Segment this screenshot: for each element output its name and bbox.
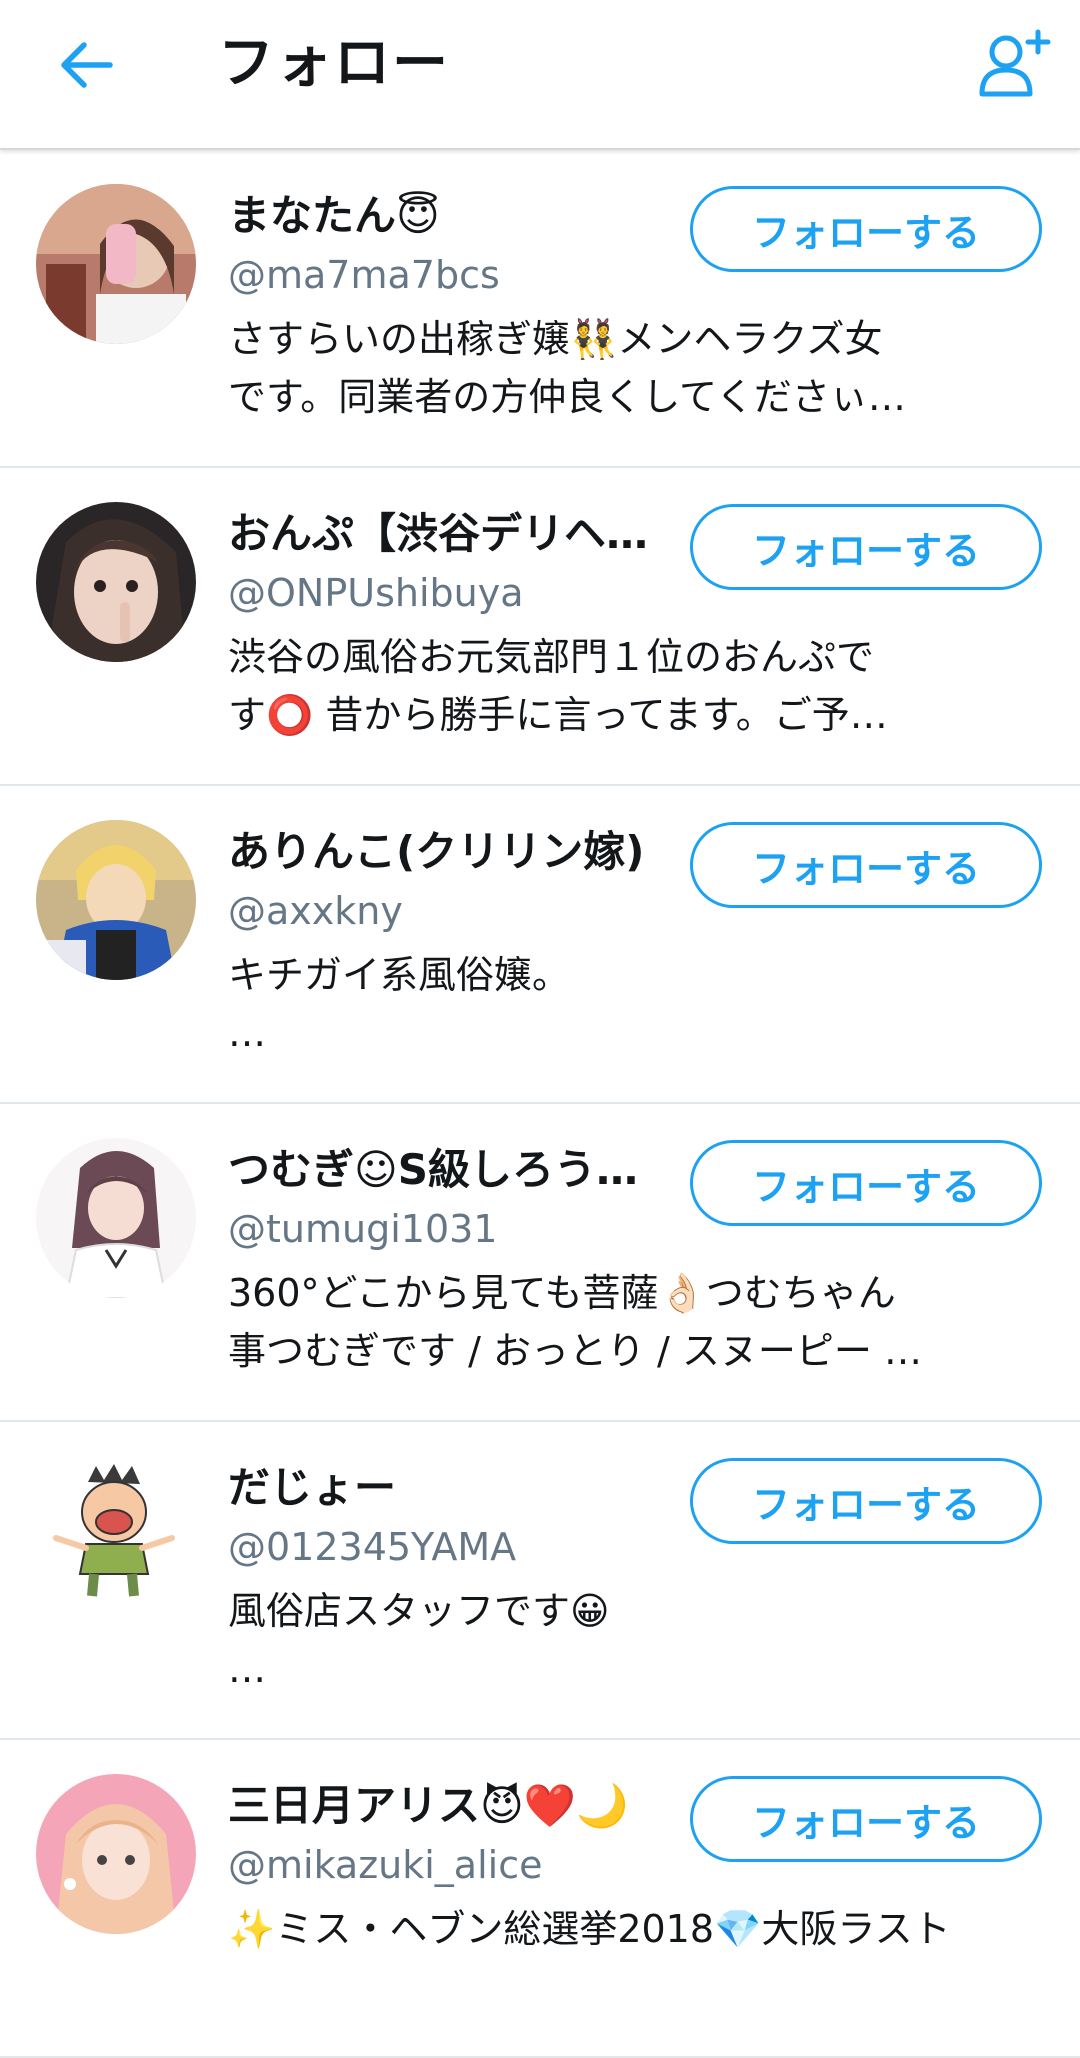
bio-line: … (228, 1647, 266, 1691)
user-name: つむぎ☺S級しろうと… (228, 1145, 668, 1194)
bio-line: す⭕ 昔から勝手に言ってます。ご予… (228, 693, 888, 737)
avatar[interactable] (36, 1456, 196, 1616)
user-handle: @axxkny (228, 889, 403, 933)
following-list: まなたん😇 @ma7ma7bcs さすらいの出稼ぎ嬢👯メンヘラクズ女 です。同業… (0, 150, 1080, 2058)
user-bio: 渋谷の風俗お元気部門１位のおんぷで す⭕ 昔から勝手に言ってます。ご予… (228, 628, 1028, 744)
follow-button[interactable]: フォローする (690, 186, 1042, 272)
avatar[interactable] (36, 502, 196, 662)
add-user-button[interactable] (974, 26, 1054, 106)
app-header: フォロー (0, 0, 1080, 150)
user-bio: 風俗店スタッフです😀 … (228, 1582, 1028, 1698)
avatar[interactable] (36, 1774, 196, 1934)
user-name: ありんこ(クリリン嫁) (228, 827, 645, 876)
page-title: フォロー (218, 31, 450, 96)
bio-line: ✨ミス・ヘブン総選挙2018💎大阪ラスト (228, 1907, 951, 1951)
user-bio: 360°どこから見ても菩薩👌🏻つむちゃん 事つむぎです / おっとり / スヌー… (228, 1264, 1028, 1380)
user-bio: ✨ミス・ヘブン総選挙2018💎大阪ラスト (228, 1900, 1028, 1958)
follow-button[interactable]: フォローする (690, 1776, 1042, 1862)
user-name: おんぷ【渋谷デリヘ… (228, 509, 649, 558)
bio-line: … (228, 1011, 266, 1055)
follow-button[interactable]: フォローする (690, 1140, 1042, 1226)
follow-button[interactable]: フォローする (690, 1458, 1042, 1544)
bio-line: 事つむぎです / おっとり / スヌーピー … (228, 1329, 923, 1373)
user-row[interactable]: 三日月アリス😈❤️🌙 @mikazuki_alice ✨ミス・ヘブン総選挙201… (0, 1740, 1080, 2058)
bio-line: です。同業者の方仲良くしてくださぃ… (228, 375, 906, 419)
user-handle: @012345YAMA (228, 1525, 517, 1569)
bio-line: 360°どこから見ても菩薩👌🏻つむちゃん (228, 1271, 896, 1315)
user-bio: さすらいの出稼ぎ嬢👯メンヘラクズ女 です。同業者の方仲良くしてくださぃ… (228, 310, 1028, 426)
user-name: だじょー (228, 1463, 397, 1512)
user-bio: キチガイ系風俗嬢。 … (228, 946, 1028, 1062)
follow-button[interactable]: フォローする (690, 504, 1042, 590)
avatar[interactable] (36, 820, 196, 980)
user-handle: @tumugi1031 (228, 1207, 498, 1251)
back-button[interactable] (46, 30, 126, 100)
user-handle: @ma7ma7bcs (228, 253, 500, 297)
bio-line: さすらいの出稼ぎ嬢👯メンヘラクズ女 (228, 317, 883, 361)
user-name: 三日月アリス😈❤️🌙 (228, 1781, 629, 1830)
avatar[interactable] (36, 1138, 196, 1298)
user-row[interactable]: おんぷ【渋谷デリヘ… @ONPUshibuya 渋谷の風俗お元気部門１位のおんぷ… (0, 468, 1080, 786)
add-user-icon (979, 29, 1051, 97)
user-row[interactable]: だじょー @012345YAMA 風俗店スタッフです😀 … フォローする (0, 1422, 1080, 1740)
bio-line: 渋谷の風俗お元気部門１位のおんぷで (228, 635, 875, 679)
user-name: まなたん😇 (228, 191, 440, 240)
user-row[interactable]: つむぎ☺S級しろうと… @tumugi1031 360°どこから見ても菩薩👌🏻つ… (0, 1104, 1080, 1422)
arrow-left-icon (61, 42, 113, 88)
user-row[interactable]: ありんこ(クリリン嫁) @axxkny キチガイ系風俗嬢。 … フォローする (0, 786, 1080, 1104)
user-handle: @mikazuki_alice (228, 1843, 543, 1887)
bio-line: キチガイ系風俗嬢。 (228, 953, 571, 997)
bio-line: 風俗店スタッフです😀 (228, 1589, 610, 1633)
user-handle: @ONPUshibuya (228, 571, 524, 615)
avatar[interactable] (36, 184, 196, 344)
follow-button[interactable]: フォローする (690, 822, 1042, 908)
user-row[interactable]: まなたん😇 @ma7ma7bcs さすらいの出稼ぎ嬢👯メンヘラクズ女 です。同業… (0, 150, 1080, 468)
